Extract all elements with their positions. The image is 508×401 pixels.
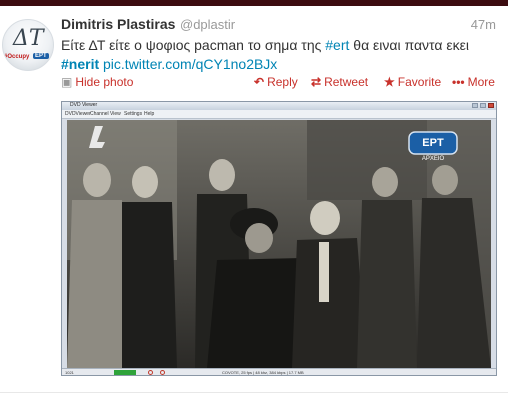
tweet-text-segment: Είτε ΔΤ είτε ο ψοφιος pacman το σημα της bbox=[61, 37, 326, 53]
maximize-icon bbox=[480, 103, 486, 108]
author-name[interactable]: Dimitris Plastiras bbox=[61, 16, 175, 32]
video-frame: ΕΡΤ ΑΡΧΕΙΟ bbox=[67, 120, 491, 368]
divider bbox=[0, 392, 508, 393]
menu-item: Settings bbox=[124, 111, 143, 117]
stop-icon[interactable] bbox=[160, 370, 165, 375]
player-title-bar: DVD Viewer bbox=[62, 102, 496, 110]
hashtag-link[interactable]: #ert bbox=[325, 37, 349, 53]
record-icon[interactable] bbox=[148, 370, 153, 375]
menu-item: Channel bbox=[90, 111, 109, 117]
more-icon: ••• bbox=[452, 75, 465, 89]
tweet-photo[interactable]: DVD Viewer DVDViewer Channel View Settin… bbox=[61, 101, 497, 376]
player-title: DVD Viewer bbox=[70, 102, 98, 108]
star-icon: ★ bbox=[384, 75, 395, 89]
minimize-icon bbox=[472, 103, 478, 108]
channel-logo: ΕΡΤ bbox=[422, 137, 444, 149]
player-status-bar: 1021 COVOTE, 25 fps | 48 khz, 384 kbps |… bbox=[62, 368, 496, 375]
menu-item: Help bbox=[144, 111, 155, 117]
photo-link[interactable]: pic.twitter.com/qCY1no2BJx bbox=[103, 56, 277, 72]
avatar-occupy-label: #Occupy bbox=[4, 54, 30, 60]
author-handle[interactable]: @dplastir bbox=[180, 17, 235, 32]
photo-icon: ▣ bbox=[61, 75, 73, 89]
avatar-logo: ΔΤ bbox=[13, 26, 44, 51]
reply-button[interactable]: ↶ Reply bbox=[254, 75, 298, 89]
menu-item: View bbox=[110, 111, 121, 117]
tweet-text: Είτε ΔΤ είτε ο ψοφιος pacman το σημα της… bbox=[61, 36, 501, 74]
status-info: COVOTE, 25 fps | 48 khz, 384 kbps | 17.7… bbox=[222, 370, 304, 375]
top-bar bbox=[0, 0, 508, 6]
hide-photo-button[interactable]: ▣ Hide photo bbox=[61, 75, 133, 89]
retweet-button[interactable]: ⇄ Retweet bbox=[311, 75, 368, 89]
hashtag-link[interactable]: #nerit bbox=[61, 56, 99, 72]
favorite-button[interactable]: ★ Favorite bbox=[384, 75, 441, 89]
avatar-ept-label: ΕΡΤ bbox=[33, 53, 49, 59]
volume-level[interactable] bbox=[114, 370, 136, 375]
archival-photo: ΕΡΤ ΑΡΧΕΙΟ bbox=[67, 120, 491, 368]
close-icon bbox=[488, 103, 494, 108]
player-menu-bar: DVDViewer Channel View Settings Help bbox=[62, 110, 496, 119]
tweet-text-segment: θα ειναι παντα εκει bbox=[349, 37, 469, 53]
tweet-timestamp[interactable]: 47m bbox=[471, 17, 496, 32]
tweet-actions: ▣ Hide photo ↶ Reply ⇄ Retweet ★ Favorite ••… bbox=[61, 75, 498, 91]
retweet-icon: ⇄ bbox=[311, 75, 322, 89]
menu-item: DVDViewer bbox=[65, 111, 91, 117]
reply-icon: ↶ bbox=[254, 75, 265, 89]
channel-logo-sub: ΑΡΧΕΙΟ bbox=[422, 156, 445, 162]
status-counter: 1021 bbox=[65, 370, 74, 375]
avatar[interactable]: ΔΤ #Occupy ΕΡΤ bbox=[2, 19, 54, 71]
more-button[interactable]: ••• More bbox=[452, 75, 495, 89]
